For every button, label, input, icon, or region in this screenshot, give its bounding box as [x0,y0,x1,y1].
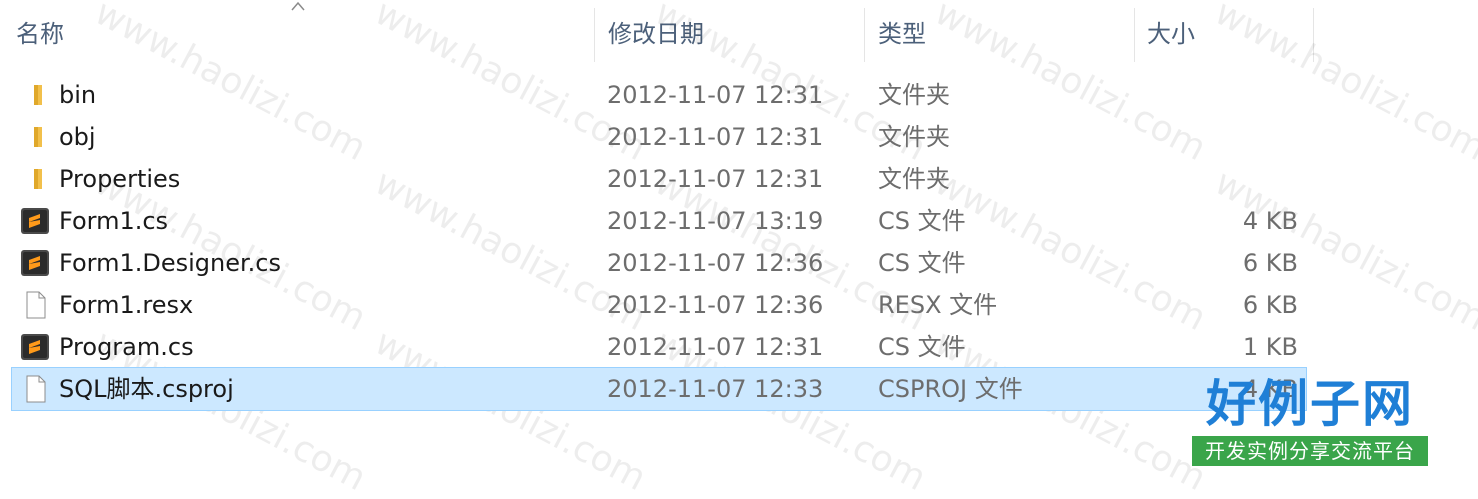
file-type: CSPROJ 文件 [878,375,1023,403]
column-header-size-label: 大小 [1147,19,1195,48]
folder-icon [34,127,42,147]
file-date: 2012-11-07 12:31 [607,333,824,361]
column-header-name[interactable]: 名称 [0,0,594,62]
file-type: 文件夹 [878,81,950,109]
file-name: Form1.resx [59,291,194,319]
file-date: 2012-11-07 12:31 [607,81,824,109]
site-logo-title: 好例子网 [1206,374,1414,433]
file-row[interactable]: Program.cs 2012-11-07 12:31 CS 文件 1 KB [12,326,1306,368]
file-date: 2012-11-07 12:36 [607,291,824,319]
file-type: 文件夹 [878,123,950,151]
file-row-selected[interactable]: SQL脚本.csproj 2012-11-07 12:33 CSPROJ 文件 … [11,367,1307,411]
file-size: 6 KB [1242,291,1298,319]
column-header-size[interactable]: 大小 [1131,0,1311,62]
file-date: 2012-11-07 13:19 [607,207,824,235]
file-name: Form1.cs [59,207,169,235]
file-type: 文件夹 [878,165,950,193]
file-date: 2012-11-07 12:36 [607,249,824,277]
column-header-type[interactable]: 类型 [862,0,1134,62]
file-row[interactable]: Properties 2012-11-07 12:31 文件夹 [12,158,1306,200]
file-name: bin [59,81,97,109]
sublime-file-icon [21,208,49,234]
file-date: 2012-11-07 12:31 [607,165,824,193]
sublime-file-icon [21,250,49,276]
file-row[interactable]: obj 2012-11-07 12:31 文件夹 [12,116,1306,158]
file-size: 6 KB [1242,249,1298,277]
file-size: 4 KB [1242,207,1298,235]
file-name: obj [59,123,96,151]
column-header-name-label: 名称 [16,19,64,48]
site-logo: 好例子网 开发实例分享交流平台 [1190,374,1430,470]
file-row[interactable]: Form1.cs 2012-11-07 13:19 CS 文件 4 KB [12,200,1306,242]
file-name: Program.cs [59,333,194,361]
blank-file-icon [26,375,46,403]
file-row[interactable]: bin 2012-11-07 12:31 文件夹 [12,74,1306,116]
file-date: 2012-11-07 12:33 [607,375,824,403]
file-type: CS 文件 [878,333,966,361]
file-type: RESX 文件 [878,291,998,319]
file-name: Form1.Designer.cs [59,249,281,277]
column-header-date-label: 修改日期 [608,19,704,48]
file-type: CS 文件 [878,249,966,277]
folder-icon [34,169,42,189]
column-header-date[interactable]: 修改日期 [592,0,864,62]
file-row[interactable]: Form1.Designer.cs 2012-11-07 12:36 CS 文件… [12,242,1306,284]
file-name: Properties [59,165,181,193]
site-logo-subtitle: 开发实例分享交流平台 [1192,436,1428,466]
file-date: 2012-11-07 12:31 [607,123,824,151]
column-divider[interactable] [1313,8,1314,62]
column-header-type-label: 类型 [878,19,926,48]
file-name: SQL脚本.csproj [59,375,234,403]
column-header-bar: 名称 修改日期 类型 大小 [0,0,1478,62]
file-type: CS 文件 [878,207,966,235]
file-size: 1 KB [1242,333,1298,361]
sublime-file-icon [21,334,49,360]
blank-file-icon [26,291,46,319]
file-row[interactable]: Form1.resx 2012-11-07 12:36 RESX 文件 6 KB [12,284,1306,326]
folder-icon [34,85,42,105]
